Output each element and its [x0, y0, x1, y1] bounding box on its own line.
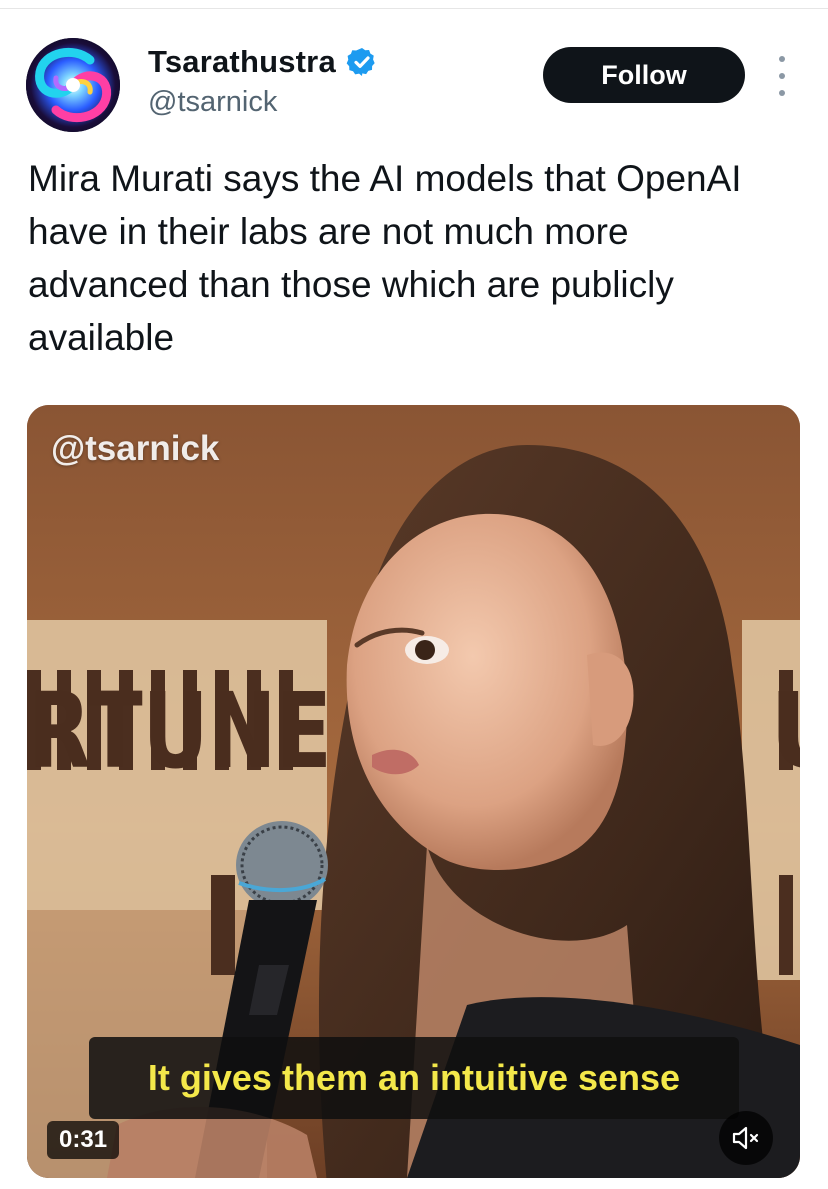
- author-handle[interactable]: @tsarnick: [148, 86, 277, 119]
- video-watermark: @tsarnick: [51, 429, 220, 468]
- muted-speaker-icon[interactable]: [719, 1111, 773, 1165]
- swirl-avatar-icon: [26, 38, 120, 132]
- caption-text: It gives them an intuitive sense: [147, 1057, 681, 1098]
- video-caption: It gives them an intuitive sense: [89, 1037, 739, 1119]
- author-name-row[interactable]: Tsarathustra: [148, 42, 378, 82]
- tweet-header: Tsarathustra @tsarnick Follow: [0, 34, 828, 134]
- tweet-text: Mira Murati says the AI models that Open…: [28, 158, 742, 358]
- follow-button[interactable]: Follow: [543, 47, 745, 103]
- author-display-name[interactable]: Tsarathustra: [148, 44, 336, 80]
- sign-text-left: RTUNE: [29, 670, 332, 792]
- more-dots-icon[interactable]: [770, 56, 794, 96]
- top-divider: [0, 8, 828, 9]
- author-avatar[interactable]: [26, 38, 120, 132]
- sign-text-right: U: [769, 670, 800, 792]
- verified-badge-icon: [346, 46, 378, 78]
- video-player[interactable]: RTUNE U @tsarnick It gives them an intuit…: [27, 405, 800, 1178]
- video-duration: 0:31: [47, 1121, 120, 1159]
